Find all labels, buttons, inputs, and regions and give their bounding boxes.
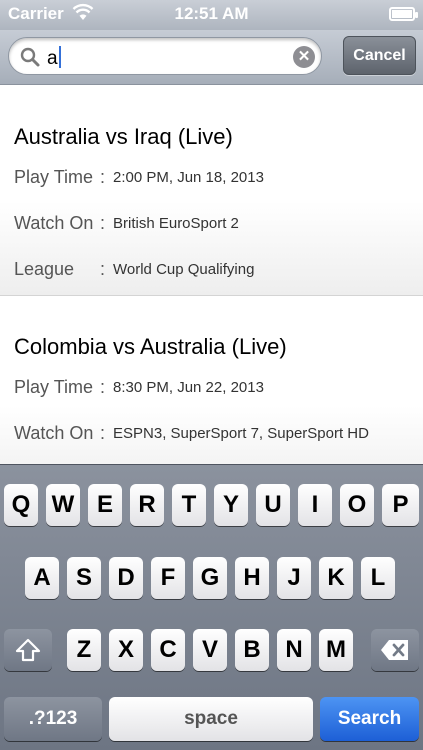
clear-search-button[interactable]: ✕ <box>293 46 315 68</box>
detail-label: Play Time <box>14 377 94 397</box>
search-bar: a ✕ Cancel <box>0 30 423 85</box>
search-input[interactable]: a ✕ <box>8 37 322 75</box>
detail-value: British EuroSport 2 <box>113 215 239 232</box>
key-g[interactable]: G <box>193 557 227 599</box>
results-list: Australia vs Iraq (Live) Play Time : 2:0… <box>0 86 423 464</box>
key-i[interactable]: I <box>298 484 332 526</box>
key-n[interactable]: N <box>277 629 311 671</box>
detail-value: 8:30 PM, Jun 22, 2013 <box>113 379 264 396</box>
detail-label: Watch On <box>14 213 94 233</box>
key-z[interactable]: Z <box>67 629 101 671</box>
shift-key[interactable] <box>4 629 52 671</box>
key-r[interactable]: R <box>130 484 164 526</box>
key-m[interactable]: M <box>319 629 353 671</box>
key-o[interactable]: O <box>340 484 374 526</box>
detail-colon: : <box>100 377 106 397</box>
search-icon <box>20 47 40 67</box>
key-h[interactable]: H <box>235 557 269 599</box>
key-f[interactable]: F <box>151 557 185 599</box>
key-y[interactable]: Y <box>214 484 248 526</box>
detail-label: Play Time <box>14 167 94 187</box>
detail-label: League <box>14 259 75 279</box>
clock: 12:51 AM <box>174 4 249 23</box>
key-d[interactable]: D <box>109 557 143 599</box>
detail-colon: : <box>100 213 106 233</box>
detail-colon: : <box>100 259 106 279</box>
key-w[interactable]: W <box>46 484 80 526</box>
key-c[interactable]: C <box>151 629 185 671</box>
match-title: Colombia vs Australia (Live) <box>14 334 287 359</box>
key-t[interactable]: T <box>172 484 206 526</box>
match-cell[interactable]: Australia vs Iraq (Live) Play Time : 2:0… <box>0 86 423 296</box>
detail-value: World Cup Qualifying <box>113 261 255 278</box>
key-s[interactable]: S <box>67 557 101 599</box>
space-key[interactable]: space <box>109 697 313 741</box>
detail-label: Watch On <box>14 423 94 443</box>
detail-colon: : <box>100 167 106 187</box>
key-b[interactable]: B <box>235 629 269 671</box>
key-j[interactable]: J <box>277 557 311 599</box>
battery-icon <box>389 7 418 21</box>
search-key[interactable]: Search <box>320 697 419 741</box>
detail-colon: : <box>100 423 106 443</box>
key-l[interactable]: L <box>361 557 395 599</box>
key-p[interactable]: P <box>382 484 419 526</box>
match-cell[interactable]: Colombia vs Australia (Live) Play Time :… <box>0 296 423 464</box>
key-e[interactable]: E <box>88 484 122 526</box>
key-x[interactable]: X <box>109 629 143 671</box>
delete-key[interactable] <box>371 629 419 671</box>
detail-value: 2:00 PM, Jun 18, 2013 <box>113 169 264 186</box>
numbers-key[interactable]: .?123 <box>4 697 102 741</box>
detail-value: ESPN3, SuperSport 7, SuperSport HD <box>113 425 369 442</box>
status-bar: Carrier 12:51 AM <box>0 0 423 30</box>
key-v[interactable]: V <box>193 629 227 671</box>
search-query: a <box>47 46 61 70</box>
cancel-button[interactable]: Cancel <box>343 36 416 75</box>
key-a[interactable]: A <box>25 557 59 599</box>
shift-icon <box>15 638 41 662</box>
key-u[interactable]: U <box>256 484 290 526</box>
key-k[interactable]: K <box>319 557 353 599</box>
match-title: Australia vs Iraq (Live) <box>14 124 233 149</box>
keyboard: Q W E R T Y U I O P A S D F G H J K L Z … <box>0 464 423 750</box>
text-caret <box>58 46 61 68</box>
key-q[interactable]: Q <box>4 484 38 526</box>
delete-icon <box>381 640 408 660</box>
